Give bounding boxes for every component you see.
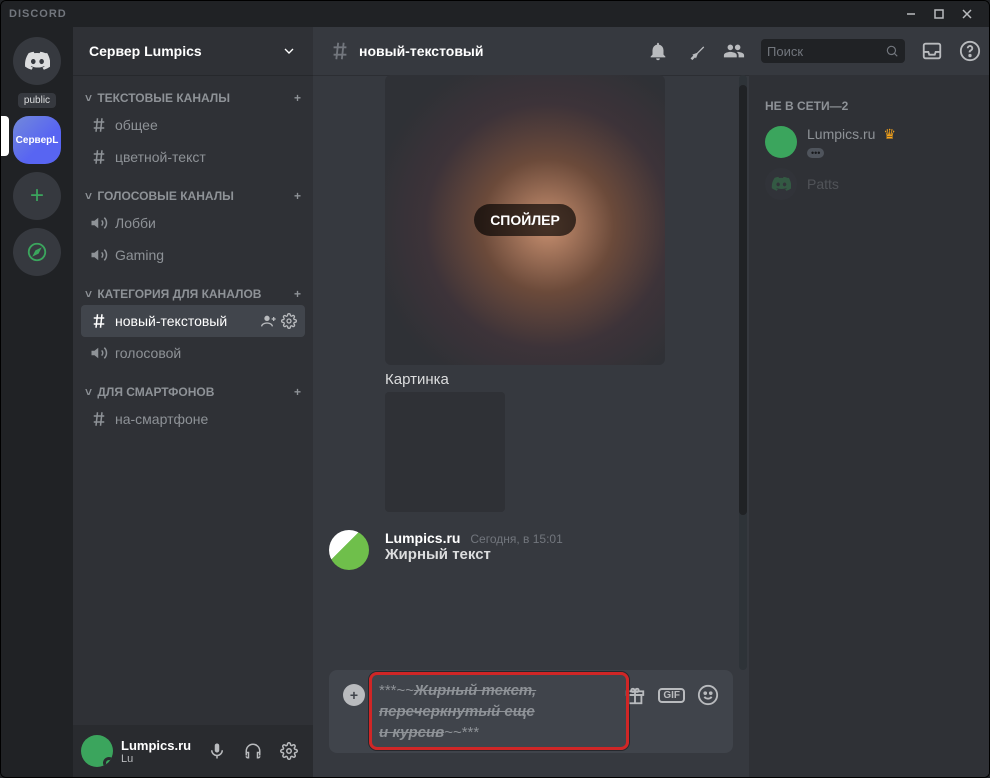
voice-channel[interactable]: голосовой bbox=[81, 337, 305, 369]
channel-label: новый-текстовый bbox=[115, 313, 255, 329]
user-name: Lumpics.ru bbox=[121, 738, 193, 753]
pinned-icon[interactable] bbox=[685, 40, 707, 62]
channel-label: голосовой bbox=[115, 345, 297, 361]
members-panel: НЕ В СЕТИ—2 Lumpics.ru ♛ ••• bbox=[749, 75, 989, 777]
emoji-icon[interactable] bbox=[697, 684, 719, 706]
hash-icon bbox=[89, 148, 109, 166]
window-minimize-button[interactable] bbox=[897, 3, 925, 25]
message-input-text[interactable]: ***~~Жирный текст, перечеркнутый еще и к… bbox=[379, 680, 610, 743]
messages-scrollbar[interactable] bbox=[739, 75, 747, 670]
voice-channel[interactable]: Лобби bbox=[81, 207, 305, 239]
add-server-button[interactable]: + bbox=[13, 172, 61, 220]
server-header[interactable]: Сервер Lumpics bbox=[73, 27, 313, 75]
channel-category[interactable]: ˅ ГОЛОСОВЫЕ КАНАЛЫ+ bbox=[81, 173, 305, 207]
speaker-icon bbox=[89, 214, 109, 232]
guild-server[interactable]: СерверL bbox=[13, 116, 61, 164]
channel-label: Gaming bbox=[115, 247, 297, 263]
chat-header: новый-текстовый Поиск bbox=[313, 27, 989, 75]
member-avatar bbox=[765, 168, 797, 200]
hash-icon bbox=[329, 40, 351, 62]
channel-category[interactable]: ˅ КАТЕГОРИЯ ДЛЯ КАНАЛОВ+ bbox=[81, 271, 305, 305]
search-placeholder: Поиск bbox=[767, 44, 885, 59]
hash-icon bbox=[89, 410, 109, 428]
message-author[interactable]: Lumpics.ru bbox=[385, 530, 460, 546]
search-icon bbox=[885, 44, 899, 58]
guild-badge: public bbox=[18, 93, 56, 108]
window-close-button[interactable] bbox=[953, 3, 981, 25]
app-name: DISCORD bbox=[9, 8, 67, 20]
add-channel-button[interactable]: + bbox=[294, 91, 301, 105]
spoiler-label: СПОЙЛЕР bbox=[474, 204, 576, 236]
message: Lumpics.ru Сегодня, в 15:01 Жирный текст bbox=[329, 512, 733, 570]
window-maximize-button[interactable] bbox=[925, 3, 953, 25]
channel-settings-icon[interactable] bbox=[281, 313, 297, 329]
guild-list: public СерверL + bbox=[1, 27, 73, 777]
channel-title: новый-текстовый bbox=[359, 43, 639, 59]
attachment-thumbnail[interactable] bbox=[385, 392, 505, 512]
channel-label: общее bbox=[115, 117, 297, 133]
message-input[interactable]: + ***~~Жирный текст, перечеркнутый еще и… bbox=[329, 670, 733, 753]
invite-icon[interactable] bbox=[261, 313, 277, 329]
text-channel[interactable]: общее bbox=[81, 109, 305, 141]
member-item[interactable]: Patts bbox=[757, 163, 981, 205]
add-channel-button[interactable]: + bbox=[294, 287, 301, 301]
settings-button[interactable] bbox=[273, 735, 305, 767]
explore-servers-button[interactable] bbox=[13, 228, 61, 276]
channel-category[interactable]: ˅ ДЛЯ СМАРТФОНОВ+ bbox=[81, 369, 305, 403]
add-channel-button[interactable]: + bbox=[294, 385, 301, 399]
guild-selected-pill bbox=[1, 116, 9, 156]
channel-category[interactable]: ˅ ТЕКСТОВЫЕ КАНАЛЫ+ bbox=[81, 75, 305, 109]
speaker-icon bbox=[89, 344, 109, 362]
member-avatar bbox=[765, 126, 797, 158]
deafen-button[interactable] bbox=[237, 735, 269, 767]
channel-label: на-смартфоне bbox=[115, 411, 297, 427]
message-text: Жирный текст bbox=[385, 546, 563, 563]
user-status: Lu bbox=[121, 753, 193, 765]
text-channel[interactable]: цветной-текст bbox=[81, 141, 305, 173]
gift-icon[interactable] bbox=[624, 684, 646, 706]
speaker-icon bbox=[89, 246, 109, 264]
hash-icon bbox=[89, 116, 109, 134]
mute-button[interactable] bbox=[201, 735, 233, 767]
channel-label: цветной-текст bbox=[115, 149, 297, 165]
members-heading: НЕ В СЕТИ—2 bbox=[757, 91, 981, 121]
notifications-icon[interactable] bbox=[647, 40, 669, 62]
server-name: Сервер Lumpics bbox=[89, 43, 202, 59]
voice-channel[interactable]: Gaming bbox=[81, 239, 305, 271]
text-channel[interactable]: новый-текстовый bbox=[81, 305, 305, 337]
member-item[interactable]: Lumpics.ru ♛ ••• bbox=[757, 121, 981, 163]
user-panel: Lumpics.ru Lu bbox=[73, 725, 313, 777]
member-status: ••• bbox=[807, 148, 824, 158]
hash-icon bbox=[89, 312, 109, 330]
chevron-down-icon bbox=[281, 43, 297, 59]
members-toggle-icon[interactable] bbox=[723, 40, 745, 62]
titlebar: DISCORD bbox=[1, 1, 989, 27]
attachment-caption: Картинка bbox=[385, 369, 733, 390]
help-icon[interactable] bbox=[959, 40, 981, 62]
message-list: СПОЙЛЕР Картинка Lumpics.ru Сегодня, в 1… bbox=[313, 75, 749, 670]
attach-button[interactable]: + bbox=[343, 684, 365, 706]
add-channel-button[interactable]: + bbox=[294, 189, 301, 203]
user-avatar[interactable] bbox=[81, 735, 113, 767]
owner-crown-icon: ♛ bbox=[883, 126, 896, 142]
gif-button[interactable]: GIF bbox=[658, 688, 685, 703]
spoiler-attachment[interactable]: СПОЙЛЕР bbox=[385, 75, 665, 365]
member-name: Patts bbox=[807, 176, 839, 192]
channel-sidebar: Сервер Lumpics ˅ ТЕКСТОВЫЕ КАНАЛЫ+ общее ц… bbox=[73, 27, 313, 777]
channel-label: Лобби bbox=[115, 215, 297, 231]
home-button[interactable] bbox=[13, 37, 61, 85]
text-channel[interactable]: на-смартфоне bbox=[81, 403, 305, 435]
search-input[interactable]: Поиск bbox=[761, 39, 905, 63]
message-avatar[interactable] bbox=[329, 530, 369, 570]
inbox-icon[interactable] bbox=[921, 40, 943, 62]
member-name: Lumpics.ru bbox=[807, 126, 875, 142]
message-timestamp: Сегодня, в 15:01 bbox=[470, 532, 562, 546]
